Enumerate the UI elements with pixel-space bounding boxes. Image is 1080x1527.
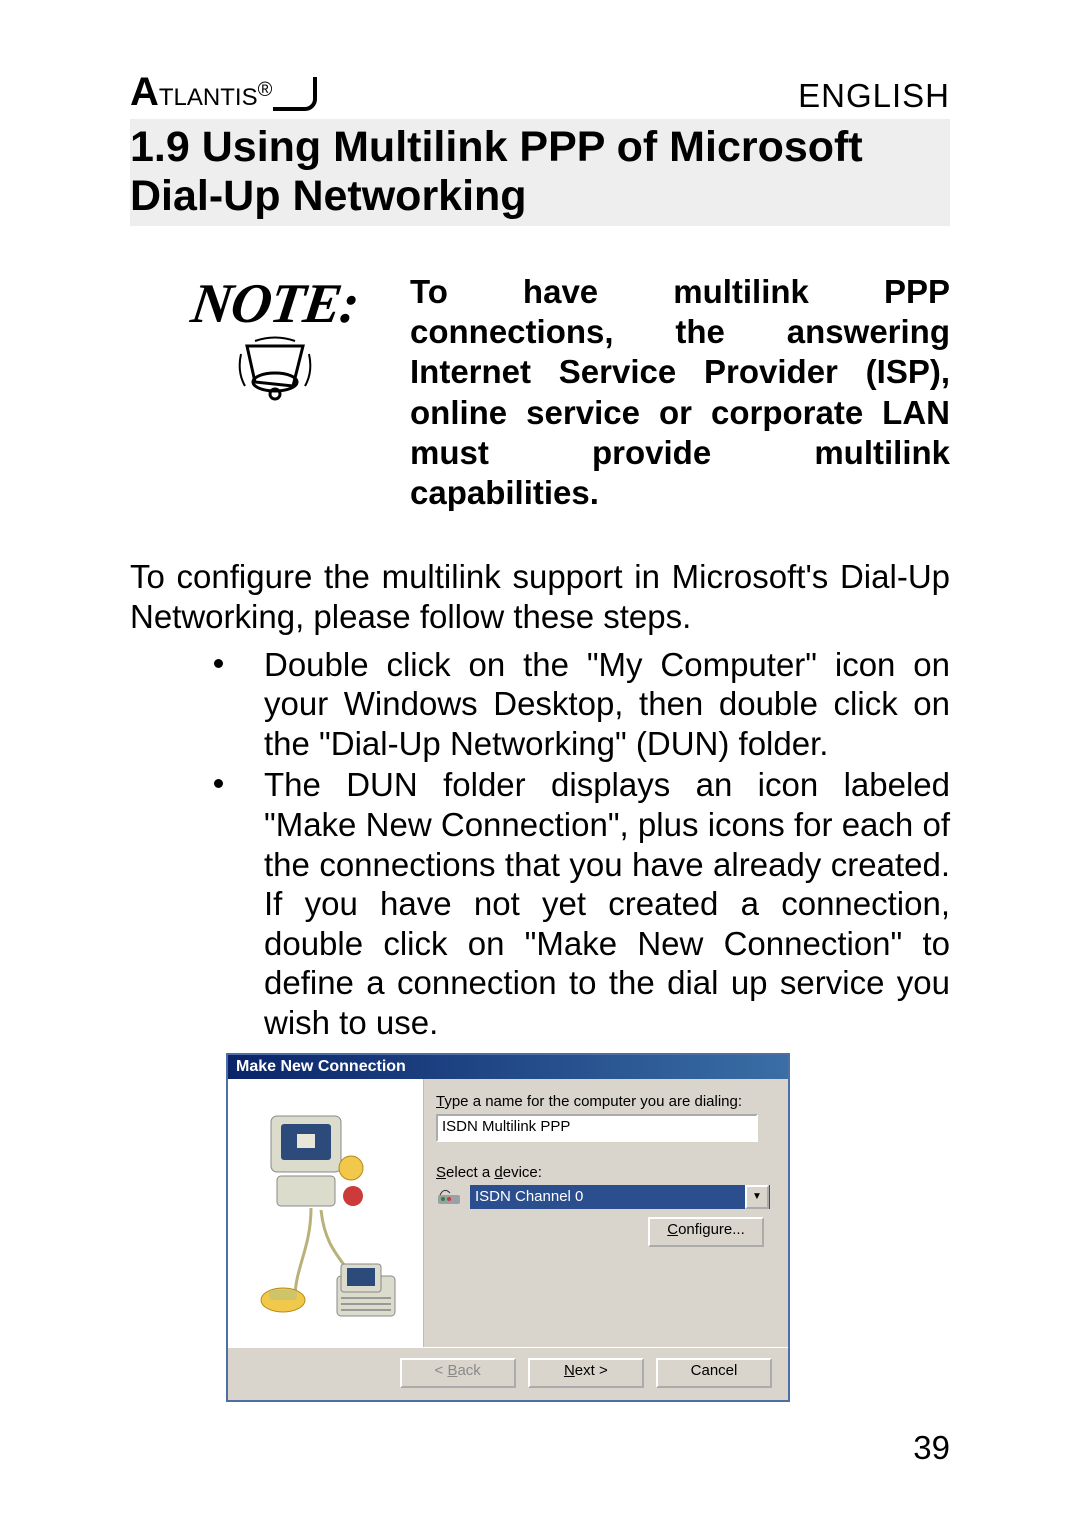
brand-swash-icon (273, 77, 317, 111)
device-combobox[interactable]: ISDN Channel 0 ▼ (470, 1185, 770, 1209)
modem-icon (436, 1187, 462, 1207)
dialog-titlebar[interactable]: Make New Connection (228, 1055, 788, 1079)
list-item: The DUN folder displays an icon labeled … (214, 765, 950, 1042)
bullet-text: The DUN folder displays an icon labeled … (264, 765, 950, 1042)
note-body: To have multilink PPP connections, the a… (410, 272, 950, 514)
cancel-button[interactable]: Cancel (656, 1358, 772, 1388)
list-item: Double click on the "My Computer" icon o… (214, 645, 950, 764)
chevron-down-icon[interactable]: ▼ (745, 1185, 769, 1209)
brand-name: TLANTIS (159, 84, 258, 111)
section-heading: 1.9 Using Multilink PPP of Microsoft Dia… (130, 119, 950, 226)
dialog-wizard-art (228, 1079, 424, 1347)
configure-button[interactable]: Configure... (648, 1217, 764, 1247)
make-new-connection-dialog: Make New Connection (226, 1053, 790, 1402)
name-label: Type a name for the computer you are dia… (436, 1093, 770, 1110)
page-number: 39 (913, 1429, 950, 1467)
bullet-text: Double click on the "My Computer" icon o… (264, 645, 950, 764)
note-label: NOTE: (166, 272, 385, 336)
bullet-icon (214, 659, 223, 668)
device-value: ISDN Channel 0 (475, 1188, 583, 1205)
brand-letter: A (130, 70, 159, 115)
bullet-icon (214, 779, 223, 788)
intro-paragraph: To configure the multilink support in Mi… (130, 557, 950, 636)
device-label: Select a device: (436, 1164, 770, 1181)
brand-logo: ATLANTIS® (130, 70, 317, 115)
connection-name-input[interactable]: ISDN Multilink PPP (436, 1114, 758, 1142)
brand-reg: ® (258, 79, 273, 101)
next-button[interactable]: Next > (528, 1358, 644, 1388)
back-button: < Back (400, 1358, 516, 1388)
bell-icon (170, 336, 380, 406)
language-label: ENGLISH (798, 77, 950, 115)
